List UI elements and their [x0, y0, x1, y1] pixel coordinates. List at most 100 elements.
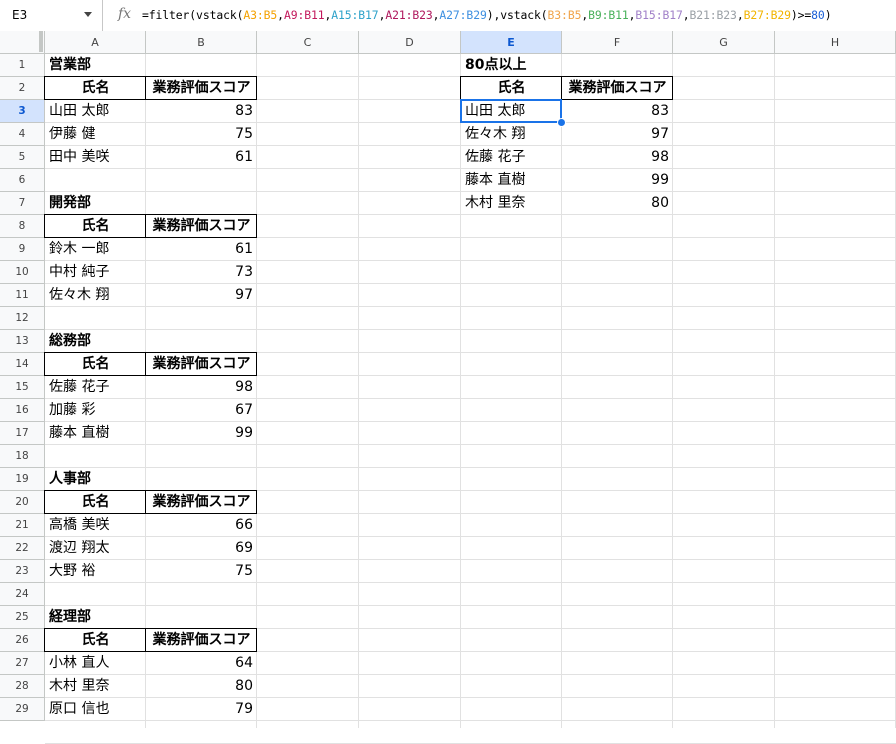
employee-score-cell[interactable]: 80 [146, 675, 257, 698]
employee-score-cell[interactable]: 79 [146, 698, 257, 721]
employee-name-cell[interactable]: 高橋 美咲 [45, 514, 146, 537]
column-header-f[interactable]: F [562, 31, 673, 54]
employee-name-cell[interactable]: 木村 里奈 [45, 675, 146, 698]
employee-name-cell[interactable]: 原口 信也 [45, 698, 146, 721]
result-title[interactable]: 80点以上 [461, 54, 562, 77]
row-header-14[interactable]: 14 [0, 353, 45, 376]
row-header-15[interactable]: 15 [0, 376, 45, 399]
employee-score-cell[interactable]: 75 [146, 123, 257, 146]
row-header-27[interactable]: 27 [0, 652, 45, 675]
row-header-3[interactable]: 3 [0, 100, 45, 123]
row-header-13[interactable]: 13 [0, 330, 45, 353]
header-score-cell[interactable]: 業務評価スコア [146, 629, 257, 652]
result-name-cell[interactable]: 佐藤 花子 [461, 146, 562, 169]
employee-name-cell[interactable]: 藤本 直樹 [45, 422, 146, 445]
row-header-12[interactable]: 12 [0, 307, 45, 330]
row-header-26[interactable]: 26 [0, 629, 45, 652]
column-header-a[interactable]: A [45, 31, 146, 54]
result-name-cell[interactable]: 藤本 直樹 [461, 169, 562, 192]
row-header-4[interactable]: 4 [0, 123, 45, 146]
header-name-cell[interactable]: 氏名 [45, 77, 146, 100]
result-score-cell[interactable]: 98 [562, 146, 673, 169]
header-score-cell[interactable]: 業務評価スコア [146, 77, 257, 100]
row-header-28[interactable]: 28 [0, 675, 45, 698]
row-header-21[interactable]: 21 [0, 514, 45, 537]
column-header-b[interactable]: B [146, 31, 257, 54]
header-name-cell[interactable]: 氏名 [45, 215, 146, 238]
row-header-18[interactable]: 18 [0, 445, 45, 468]
select-all-corner[interactable] [0, 31, 45, 54]
employee-score-cell[interactable]: 67 [146, 399, 257, 422]
result-score-cell[interactable]: 83 [562, 100, 673, 123]
row-header-19[interactable]: 19 [0, 468, 45, 491]
employee-name-cell[interactable]: 佐藤 花子 [45, 376, 146, 399]
employee-name-cell[interactable]: 山田 太郎 [45, 100, 146, 123]
employee-name-cell[interactable]: 佐々木 翔 [45, 284, 146, 307]
employee-score-cell[interactable]: 97 [146, 284, 257, 307]
employee-name-cell[interactable]: 鈴木 一郎 [45, 238, 146, 261]
row-header-1[interactable]: 1 [0, 54, 45, 77]
row-header-2[interactable]: 2 [0, 77, 45, 100]
row-header-9[interactable]: 9 [0, 238, 45, 261]
department-title[interactable]: 人事部 [45, 468, 146, 491]
department-title[interactable]: 営業部 [45, 54, 146, 77]
employee-name-cell[interactable]: 田中 美咲 [45, 146, 146, 169]
employee-name-cell[interactable]: 小林 直人 [45, 652, 146, 675]
row-header-24[interactable]: 24 [0, 583, 45, 606]
result-header-name-cell[interactable]: 氏名 [461, 77, 562, 100]
employee-score-cell[interactable]: 61 [146, 238, 257, 261]
employee-score-cell[interactable]: 69 [146, 537, 257, 560]
header-score-cell[interactable]: 業務評価スコア [146, 491, 257, 514]
employee-score-cell[interactable]: 61 [146, 146, 257, 169]
name-box-dropdown-icon[interactable] [84, 12, 92, 17]
row-header-22[interactable]: 22 [0, 537, 45, 560]
employee-name-cell[interactable]: 中村 純子 [45, 261, 146, 284]
employee-score-cell[interactable]: 98 [146, 376, 257, 399]
column-header-c[interactable]: C [257, 31, 359, 54]
department-title[interactable]: 経理部 [45, 606, 146, 629]
row-header-20[interactable]: 20 [0, 491, 45, 514]
employee-score-cell[interactable]: 83 [146, 100, 257, 123]
row-header-8[interactable]: 8 [0, 215, 45, 238]
header-name-cell[interactable]: 氏名 [45, 629, 146, 652]
employee-score-cell[interactable]: 99 [146, 422, 257, 445]
header-score-cell[interactable]: 業務評価スコア [146, 353, 257, 376]
header-name-cell[interactable]: 氏名 [45, 491, 146, 514]
employee-name-cell[interactable]: 渡辺 翔太 [45, 537, 146, 560]
result-score-cell[interactable]: 99 [562, 169, 673, 192]
row-header-7[interactable]: 7 [0, 192, 45, 215]
result-score-cell[interactable]: 97 [562, 123, 673, 146]
fill-handle[interactable] [557, 118, 566, 127]
row-header-16[interactable]: 16 [0, 399, 45, 422]
row-header-23[interactable]: 23 [0, 560, 45, 583]
column-header-e[interactable]: E [461, 31, 562, 54]
employee-score-cell[interactable]: 64 [146, 652, 257, 675]
employee-name-cell[interactable]: 伊藤 健 [45, 123, 146, 146]
row-header-29[interactable]: 29 [0, 698, 45, 721]
employee-name-cell[interactable]: 大野 裕 [45, 560, 146, 583]
formula-input[interactable]: =filter(vstack(A3:B5,A9:B11,A15:B17,A21:… [142, 8, 832, 22]
row-header-17[interactable]: 17 [0, 422, 45, 445]
name-box[interactable]: E3 [0, 0, 103, 31]
header-name-cell[interactable]: 氏名 [45, 353, 146, 376]
employee-score-cell[interactable]: 66 [146, 514, 257, 537]
result-header-score-cell[interactable]: 業務評価スコア [562, 77, 673, 100]
department-title[interactable]: 開発部 [45, 192, 146, 215]
row-header-5[interactable]: 5 [0, 146, 45, 169]
department-title[interactable]: 総務部 [45, 330, 146, 353]
result-name-cell[interactable]: 佐々木 翔 [461, 123, 562, 146]
header-score-cell[interactable]: 業務評価スコア [146, 215, 257, 238]
employee-score-cell[interactable]: 75 [146, 560, 257, 583]
employee-score-cell[interactable]: 73 [146, 261, 257, 284]
column-header-d[interactable]: D [359, 31, 461, 54]
row-header-11[interactable]: 11 [0, 284, 45, 307]
row-header-25[interactable]: 25 [0, 606, 45, 629]
employee-name-cell[interactable]: 加藤 彩 [45, 399, 146, 422]
result-score-cell[interactable]: 80 [562, 192, 673, 215]
cell-area[interactable]: 営業部 氏名 業務評価スコア 山田 太郎 83 伊藤 健 75 田中 美咲 61 開発部 氏名 業務評… [44, 54, 896, 744]
row-header-10[interactable]: 10 [0, 261, 45, 284]
active-cell-selection[interactable] [460, 99, 562, 123]
column-header-g[interactable]: G [673, 31, 775, 54]
column-header-h[interactable]: H [775, 31, 896, 54]
row-header-6[interactable]: 6 [0, 169, 45, 192]
